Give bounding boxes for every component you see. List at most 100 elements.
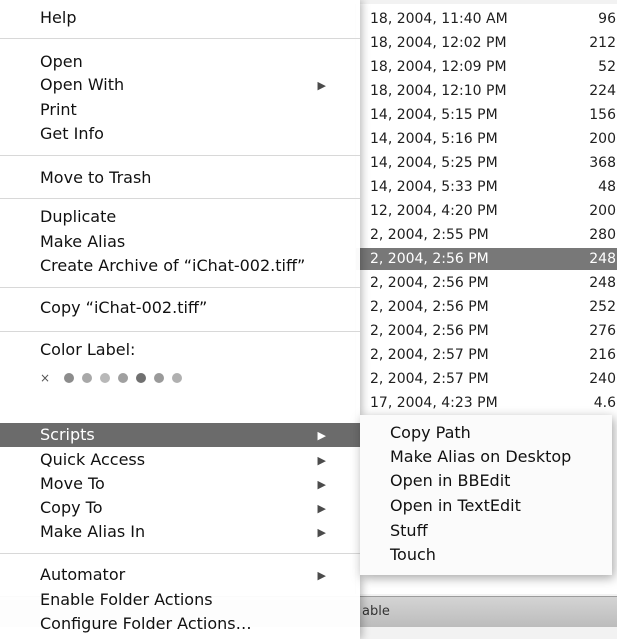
file-row[interactable]: 2, 2004, 2:56 PM 276 — [356, 320, 617, 342]
submenu-arrow-icon: ▶ — [317, 526, 326, 539]
submenu-item-stuff[interactable]: Stuff — [390, 521, 428, 540]
context-menu: Help Open Open With ▶ Print Get Info Mov… — [0, 0, 360, 639]
file-size: 200 — [589, 131, 616, 147]
file-row-selected[interactable]: 2, 2004, 2:56 PM 248 — [356, 248, 617, 270]
menu-separator — [0, 553, 360, 554]
file-date: 2, 2004, 2:56 PM — [370, 299, 489, 315]
submenu-item-open-textedit[interactable]: Open in TextEdit — [390, 496, 521, 515]
submenu-item-touch[interactable]: Touch — [390, 545, 436, 564]
menu-item-create-archive[interactable]: Create Archive of “iChat-002.tiff” — [40, 256, 305, 275]
menu-item-quick-access[interactable]: Quick Access ▶ — [40, 450, 340, 469]
file-row[interactable]: 14, 2004, 5:16 PM 200 — [356, 128, 617, 150]
file-row[interactable]: 18, 2004, 12:10 PM 224 — [356, 80, 617, 102]
label-dot-2[interactable] — [82, 373, 93, 383]
file-date: 17, 2004, 4:23 PM — [370, 395, 498, 411]
file-size: 48 — [598, 179, 616, 195]
label-dot-5[interactable] — [136, 373, 147, 383]
file-date: 2, 2004, 2:55 PM — [370, 227, 489, 243]
label-dot-1[interactable] — [64, 373, 75, 383]
file-date: 12, 2004, 4:20 PM — [370, 203, 498, 219]
menu-separator — [0, 331, 360, 332]
file-size: 224 — [589, 83, 616, 99]
file-size: 240 — [589, 371, 616, 387]
menu-item-label: Quick Access — [40, 450, 146, 469]
submenu-arrow-icon: ▶ — [317, 429, 326, 442]
menu-item-configure-folder-actions[interactable]: Configure Folder Actions… — [40, 614, 252, 633]
file-row[interactable]: 2, 2004, 2:57 PM 216 — [356, 344, 617, 366]
file-row[interactable]: 2, 2004, 2:56 PM 248 — [356, 272, 617, 294]
file-row[interactable]: 18, 2004, 12:02 PM 212 — [356, 32, 617, 54]
menu-separator — [0, 155, 360, 156]
file-row[interactable]: 14, 2004, 5:15 PM 156 — [356, 104, 617, 126]
menu-item-make-alias-in[interactable]: Make Alias In ▶ — [40, 522, 340, 541]
menu-item-label: Scripts — [40, 425, 95, 444]
menu-item-label: Make Alias In — [40, 522, 146, 541]
color-label-heading: Color Label: — [40, 340, 136, 359]
label-dot-7[interactable] — [172, 373, 183, 383]
label-dot-4[interactable] — [118, 373, 129, 383]
file-date: 18, 2004, 12:10 PM — [370, 83, 507, 99]
file-date: 14, 2004, 5:15 PM — [370, 107, 498, 123]
file-row[interactable]: 2, 2004, 2:55 PM 280 — [356, 224, 617, 246]
status-text: able — [362, 604, 390, 619]
file-size: 280 — [589, 227, 616, 243]
file-size: 252 — [589, 299, 616, 315]
menu-item-enable-folder-actions[interactable]: Enable Folder Actions — [40, 590, 213, 609]
menu-item-get-info[interactable]: Get Info — [40, 124, 104, 143]
file-size: 96 — [598, 11, 616, 27]
menu-item-automator[interactable]: Automator ▶ — [40, 565, 340, 584]
file-row[interactable]: 18, 2004, 12:09 PM 52 — [356, 56, 617, 78]
menu-item-move-to-trash[interactable]: Move to Trash — [40, 168, 151, 187]
menu-separator — [0, 287, 360, 288]
scripts-submenu: Copy Path Make Alias on Desktop Open in … — [360, 415, 612, 575]
menu-item-make-alias[interactable]: Make Alias — [40, 232, 125, 251]
menu-item-label: Open With — [40, 75, 125, 94]
label-dot-6[interactable] — [154, 373, 165, 383]
submenu-arrow-icon: ▶ — [317, 478, 326, 491]
submenu-item-copy-path[interactable]: Copy Path — [390, 423, 471, 442]
file-row[interactable]: 18, 2004, 11:40 AM 96 — [356, 8, 617, 30]
file-date: 14, 2004, 5:25 PM — [370, 155, 498, 171]
file-row[interactable]: 2, 2004, 2:57 PM 240 — [356, 368, 617, 390]
file-row[interactable]: 12, 2004, 4:20 PM 200 — [356, 200, 617, 222]
file-date: 2, 2004, 2:56 PM — [370, 323, 489, 339]
file-date: 18, 2004, 12:09 PM — [370, 59, 507, 75]
file-size: 4.6 — [593, 395, 616, 411]
menu-item-scripts[interactable]: Scripts ▶ — [40, 425, 340, 444]
menu-separator — [0, 198, 360, 199]
menu-item-label: Automator — [40, 565, 126, 584]
menu-item-copy-to[interactable]: Copy To ▶ — [40, 498, 340, 517]
file-date: 2, 2004, 2:56 PM — [370, 251, 489, 267]
submenu-item-make-alias-desktop[interactable]: Make Alias on Desktop — [390, 447, 571, 466]
menu-item-print[interactable]: Print — [40, 100, 77, 119]
file-size: 248 — [589, 275, 616, 291]
file-date: 14, 2004, 5:16 PM — [370, 131, 498, 147]
menu-item-copy[interactable]: Copy “iChat-002.tiff” — [40, 298, 207, 317]
no-label-icon[interactable]: × — [40, 371, 50, 385]
file-size: 248 — [589, 251, 616, 267]
menu-item-open-with[interactable]: Open With ▶ — [40, 75, 340, 94]
file-date: 14, 2004, 5:33 PM — [370, 179, 498, 195]
menu-item-duplicate[interactable]: Duplicate — [40, 207, 116, 226]
file-row[interactable]: 14, 2004, 5:33 PM 48 — [356, 176, 617, 198]
file-size: 276 — [589, 323, 616, 339]
menu-item-move-to[interactable]: Move To ▶ — [40, 474, 340, 493]
menu-separator — [0, 38, 360, 39]
file-size: 216 — [589, 347, 616, 363]
submenu-arrow-icon: ▶ — [317, 569, 326, 582]
file-row[interactable]: 17, 2004, 4:23 PM 4.6 — [356, 392, 617, 414]
submenu-item-open-bbedit[interactable]: Open in BBEdit — [390, 471, 510, 490]
menu-item-label: Copy To — [40, 498, 103, 517]
label-dot-3[interactable] — [100, 373, 111, 383]
menu-item-help[interactable]: Help — [40, 8, 76, 27]
color-label-picker: × — [40, 371, 183, 385]
file-date: 18, 2004, 11:40 AM — [370, 11, 508, 27]
file-row[interactable]: 14, 2004, 5:25 PM 368 — [356, 152, 617, 174]
file-size: 156 — [589, 107, 616, 123]
file-date: 2, 2004, 2:57 PM — [370, 371, 489, 387]
file-row[interactable]: 2, 2004, 2:56 PM 252 — [356, 296, 617, 318]
submenu-arrow-icon: ▶ — [317, 502, 326, 515]
menu-item-label: Move To — [40, 474, 105, 493]
file-size: 368 — [589, 155, 616, 171]
menu-item-open[interactable]: Open — [40, 52, 83, 71]
